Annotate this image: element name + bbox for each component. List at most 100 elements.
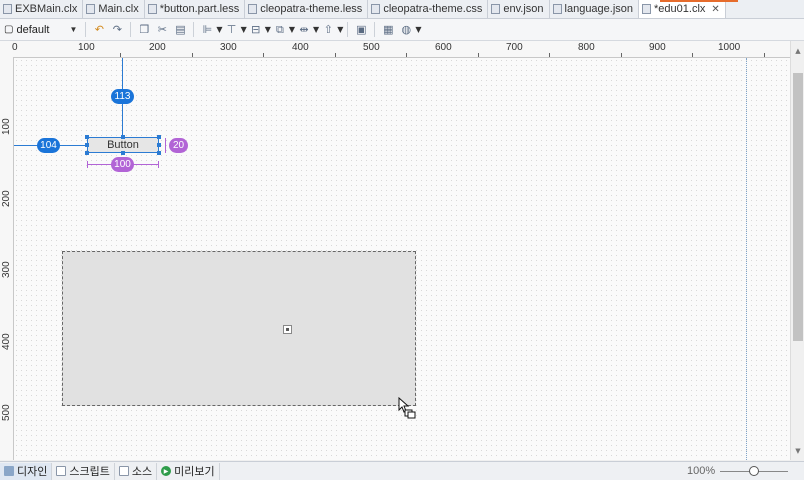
chevron-down-icon[interactable]: ▼ (241, 25, 247, 34)
ruler-label: 0 (12, 42, 18, 53)
ruler-tick (120, 53, 121, 57)
chevron-down-icon[interactable]: ▼ (337, 25, 343, 34)
tab-script-label: 스크립트 (69, 465, 110, 478)
globe-icon[interactable]: ◍ (398, 22, 414, 38)
undo-icon[interactable]: ↶ (91, 22, 107, 38)
drag-cursor-icon (398, 397, 416, 419)
ruler-tick (406, 53, 407, 57)
copy-icon[interactable]: ❐ (136, 22, 152, 38)
editor-mode-bar: 디자인 스크립트 소스 ▶ 미리보기 100% (0, 461, 804, 480)
ruler-tick (192, 53, 193, 57)
same-size-icon[interactable]: ⊟ (248, 22, 264, 38)
width-badge: 100 (111, 157, 134, 172)
align-left-icon[interactable]: ⊫ (199, 22, 215, 38)
toolbar-separator (85, 22, 87, 37)
zoom-label: 100% (687, 465, 716, 477)
scrollbar-thumb[interactable] (793, 73, 803, 341)
resize-handle[interactable] (121, 151, 125, 155)
ruler-tick (263, 53, 264, 57)
height-dimension-line (165, 138, 166, 153)
ruler-tick (335, 53, 336, 57)
cut-icon[interactable]: ✂ (154, 22, 170, 38)
file-icon (491, 4, 501, 14)
ruler-tick (764, 53, 765, 57)
resize-handle[interactable] (157, 151, 161, 155)
tab-label: *edu01.clx (654, 3, 706, 15)
ruler-label: 200 (1, 190, 12, 207)
resize-handle[interactable] (121, 135, 125, 139)
file-icon (248, 4, 258, 14)
button-widget-label: Button (107, 139, 139, 151)
device-icon: ▢ (4, 24, 14, 35)
tab-button-part-less[interactable]: *button.part.less (145, 0, 246, 18)
tab-edu01[interactable]: *edu01.clx ✕ (639, 0, 726, 18)
design-icon (4, 466, 14, 476)
tab-source-label: 소스 (131, 465, 153, 478)
resize-handle[interactable] (85, 143, 89, 147)
source-icon (118, 466, 129, 476)
ruler-label: 900 (649, 42, 666, 53)
width-dimension-tick (87, 161, 88, 168)
align-top-icon[interactable]: ⊤ (224, 22, 240, 38)
scroll-up-icon[interactable]: ▲ (791, 45, 804, 57)
capture-icon[interactable]: ▣ (353, 22, 369, 38)
chevron-down-icon[interactable]: ▼ (289, 25, 295, 34)
tab-cleopatra-theme-css[interactable]: cleopatra-theme.css (368, 0, 489, 18)
zoom-slider-thumb[interactable] (749, 466, 759, 476)
tab-main[interactable]: Main.clx (83, 0, 145, 18)
tab-label: cleopatra-theme.css (383, 3, 483, 15)
toolbar-separator (193, 22, 195, 37)
top-distance-badge: 113 (111, 89, 134, 104)
ruler-label: 600 (435, 42, 452, 53)
toolbar-separator (130, 22, 132, 37)
ruler-label: 500 (1, 404, 12, 421)
chevron-down-icon[interactable]: ▼ (216, 25, 222, 34)
grid-icon[interactable]: ▦ (380, 22, 396, 38)
chevron-down-icon[interactable]: ▼ (265, 25, 271, 34)
profile-select[interactable]: ▢ default ▼ (0, 21, 81, 38)
file-icon (552, 4, 562, 14)
tab-language-json[interactable]: language.json (550, 0, 640, 18)
ruler-label: 300 (1, 261, 12, 278)
anchor-icon: ▪ (283, 325, 292, 334)
toolbar-separator (347, 22, 349, 37)
chevron-down-icon[interactable]: ▼ (313, 25, 319, 34)
resize-handle[interactable] (85, 135, 89, 139)
ruler-tick (621, 53, 622, 57)
chevron-down-icon: ▼ (69, 25, 78, 34)
tab-exbmain[interactable]: EXBMain.clx (0, 0, 84, 18)
ruler-tick (478, 53, 479, 57)
arrange-icon[interactable]: ⧉ (272, 22, 288, 38)
order-icon[interactable]: ⇧ (320, 22, 336, 38)
tab-cleopatra-theme-less[interactable]: cleopatra-theme.less (245, 0, 369, 18)
tab-source[interactable]: 소스 (115, 462, 158, 480)
page-width-guide (746, 58, 747, 460)
tab-label: env.json (503, 3, 544, 15)
chevron-down-icon[interactable]: ▼ (415, 25, 421, 34)
paste-icon[interactable]: ▤ (172, 22, 188, 38)
tab-env-json[interactable]: env.json (488, 0, 550, 18)
resize-handle[interactable] (85, 151, 89, 155)
vertical-scrollbar[interactable]: ▲ ▼ (790, 41, 804, 460)
resize-handle[interactable] (157, 143, 161, 147)
design-canvas[interactable]: 113 104 Button 100 20 ▪ (14, 58, 790, 460)
close-icon[interactable]: ✕ (711, 4, 719, 15)
container-widget[interactable]: ▪ (62, 251, 416, 406)
tab-label: *button.part.less (159, 3, 240, 15)
resize-handle[interactable] (157, 135, 161, 139)
ruler-label: 200 (149, 42, 166, 53)
vertical-ruler: 100 200 300 400 500 (0, 57, 14, 460)
redo-icon[interactable]: ↷ (109, 22, 125, 38)
tab-script[interactable]: 스크립트 (52, 462, 115, 480)
tab-label: Main.clx (98, 3, 139, 15)
height-badge: 20 (169, 138, 188, 153)
toolbar-separator (374, 22, 376, 37)
tab-design[interactable]: 디자인 (0, 462, 53, 480)
spacing-icon[interactable]: ⇹ (296, 22, 312, 38)
scroll-down-icon[interactable]: ▼ (791, 445, 804, 457)
file-icon (147, 4, 157, 14)
file-icon (642, 4, 652, 14)
ruler-label: 400 (292, 42, 309, 53)
ruler-label: 700 (506, 42, 523, 53)
tab-preview[interactable]: ▶ 미리보기 (157, 462, 220, 480)
